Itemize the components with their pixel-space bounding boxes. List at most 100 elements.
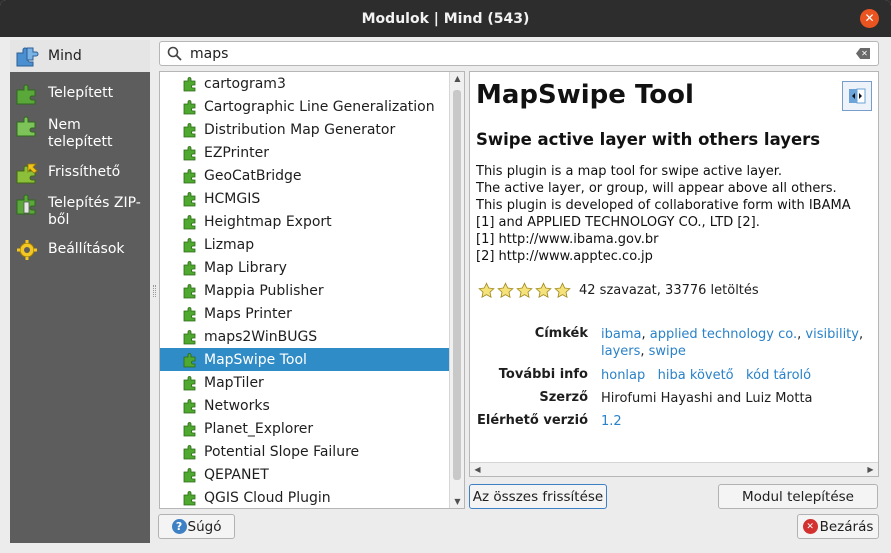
plugin-list-item[interactable]: Potential Slope Failure	[160, 440, 450, 463]
plugin-list-item[interactable]: MapTiler	[160, 371, 450, 394]
search-value[interactable]: maps	[190, 46, 228, 62]
plugin-name: GeoCatBridge	[204, 167, 302, 184]
more-info-label: További info	[498, 367, 588, 382]
plugin-name: Maps Printer	[204, 305, 292, 322]
details-hscrollbar[interactable]: ◀ ▶	[470, 462, 878, 476]
rating-stars	[478, 282, 573, 299]
version-value: 1.2	[601, 414, 622, 429]
plugin-name: QGIS Cloud Plugin	[204, 489, 331, 506]
close-button[interactable]: ✕ Bezárás	[797, 514, 879, 539]
upgradeable-plugin-icon	[16, 163, 38, 184]
sidebar-item-label: Frissíthető	[48, 164, 121, 180]
plugin-list-item[interactable]: Lizmap	[160, 233, 450, 256]
plugin-icon	[183, 421, 196, 436]
splitter-handle[interactable]	[153, 285, 156, 297]
tag-link[interactable]: ibama	[601, 327, 641, 342]
sidebar-item-all[interactable]: Mind	[10, 40, 150, 72]
toggle-details-button[interactable]	[842, 81, 872, 111]
sidebar-item-not-installed[interactable]: Nem telepített	[10, 115, 113, 151]
description-line: This plugin is developed of collaborativ…	[476, 198, 851, 213]
plugin-name: QEPANET	[204, 466, 269, 483]
plugin-list-item[interactable]: HCMGIS	[160, 187, 450, 210]
tag-link[interactable]: layers	[601, 344, 640, 359]
description-line: [1] and APPLIED TECHNOLOGY CO., LTD [2].	[476, 215, 760, 230]
plugin-list-item[interactable]: MapSwipe Tool	[160, 348, 450, 371]
upgrade-all-button[interactable]: Az összes frissítése	[469, 484, 607, 509]
plugin-icon	[183, 444, 196, 459]
rating: 42 szavazat, 33776 letöltés	[478, 282, 759, 299]
plugin-icon	[183, 329, 196, 344]
sidebar-item-label: Nem telepített	[48, 117, 113, 150]
plugin-list-item[interactable]: Distribution Map Generator	[160, 118, 450, 141]
tags-value: ibama, applied technology co., visibilit…	[601, 327, 864, 359]
plugin-list-item[interactable]: GeoCatBridge	[160, 164, 450, 187]
list-scrollbar[interactable]: ▲ ▼	[449, 72, 464, 508]
plugin-icon	[183, 99, 196, 114]
votes-text: 42 szavazat, 33776 letöltés	[579, 283, 759, 298]
tag-link[interactable]: swipe	[649, 344, 686, 359]
plugin-icon	[183, 283, 196, 298]
sidebar-item-install-zip[interactable]: Telepítés ZIP-ből	[10, 193, 148, 229]
plugin-description: This plugin is a map tool for swipe acti…	[476, 163, 851, 265]
author-value: Hirofumi Hayashi and Luiz Motta	[601, 391, 813, 406]
plugin-icon	[183, 467, 196, 482]
help-button[interactable]: ? Súgó	[158, 514, 235, 539]
sidebar-item-settings[interactable]: Beállítások	[10, 239, 150, 261]
plugin-name: cartogram3	[204, 75, 286, 92]
plugin-icon	[183, 306, 196, 321]
plugin-icon	[183, 352, 196, 367]
search-input[interactable]: maps ✕	[159, 41, 879, 66]
sidebar-item-label: Telepített	[48, 85, 114, 101]
plugin-name: Potential Slope Failure	[204, 443, 360, 460]
close-button-label: Bezárás	[819, 518, 874, 535]
title-bar: Modulok | Mind (543) ✕	[0, 0, 891, 37]
plugin-name: MapTiler	[204, 374, 264, 391]
star-icon	[554, 282, 571, 299]
plugin-list-item[interactable]: maps2WinBUGS	[160, 325, 450, 348]
plugin-list-item[interactable]: cartogram3	[160, 72, 450, 95]
plugin-icon	[183, 191, 196, 206]
homepage-link[interactable]: honlap	[601, 368, 645, 383]
star-icon	[497, 282, 514, 299]
plugin-icon	[183, 237, 196, 252]
plugin-list-item[interactable]: Planet_Explorer	[160, 417, 450, 440]
bug-tracker-link[interactable]: hiba követő	[658, 368, 734, 383]
tag-link[interactable]: visibility	[805, 327, 859, 342]
scroll-up-icon[interactable]: ▲	[450, 74, 464, 83]
description-line: [2] http://www.apptec.co.jp	[476, 249, 653, 264]
description-line: [1] http://www.ibama.gov.br	[476, 232, 659, 247]
plugin-name: Networks	[204, 397, 270, 414]
plugin-list-item[interactable]: QGIS Cloud Plugin	[160, 486, 450, 508]
scroll-down-icon[interactable]: ▼	[450, 497, 464, 506]
plugin-details-panel: MapSwipe Tool Swipe active layer with ot…	[469, 71, 879, 477]
description-line: The active layer, or group, will appear …	[476, 181, 837, 196]
close-icon: ✕	[802, 519, 818, 534]
tag-link[interactable]: applied technology co.	[650, 327, 797, 342]
plugin-list-item[interactable]: Networks	[160, 394, 450, 417]
plugin-list-item[interactable]: Map Library	[160, 256, 450, 279]
plugin-name: Map Library	[204, 259, 287, 276]
plugin-list-item[interactable]: Mappia Publisher	[160, 279, 450, 302]
scroll-right-icon[interactable]: ▶	[863, 465, 878, 474]
sidebar-item-upgradeable[interactable]: Frissíthető	[10, 162, 150, 184]
sidebar-item-installed[interactable]: Telepített	[10, 83, 150, 105]
plugin-list-item[interactable]: EZPrinter	[160, 141, 450, 164]
plugin-list-item[interactable]: Cartographic Line Generalization	[160, 95, 450, 118]
window-close-button[interactable]: ✕	[860, 9, 879, 28]
sidebar-item-label: Beállítások	[48, 241, 125, 257]
plugin-list-item[interactable]: Maps Printer	[160, 302, 450, 325]
plugin-name: maps2WinBUGS	[204, 328, 318, 345]
scrollbar-thumb[interactable]	[453, 90, 461, 480]
window-title: Modulok | Mind (543)	[361, 10, 530, 27]
plugin-list: QGIS Cloud Plugin QEPANET Potential Slope …	[159, 71, 465, 509]
category-sidebar: Mind Telepített Nem telepített Frissíthe…	[10, 40, 150, 543]
plugin-name: EZPrinter	[204, 144, 270, 161]
install-plugin-button[interactable]: Modul telepítése	[718, 484, 878, 509]
plugin-name: Mappia Publisher	[204, 282, 324, 299]
clear-search-icon[interactable]: ✕	[856, 48, 870, 59]
plugin-list-item[interactable]: Heightmap Export	[160, 210, 450, 233]
plugin-list-item[interactable]: QEPANET	[160, 463, 450, 486]
code-repository-link[interactable]: kód tároló	[746, 368, 811, 383]
scroll-left-icon[interactable]: ◀	[470, 465, 485, 474]
settings-gear-icon	[17, 240, 37, 260]
